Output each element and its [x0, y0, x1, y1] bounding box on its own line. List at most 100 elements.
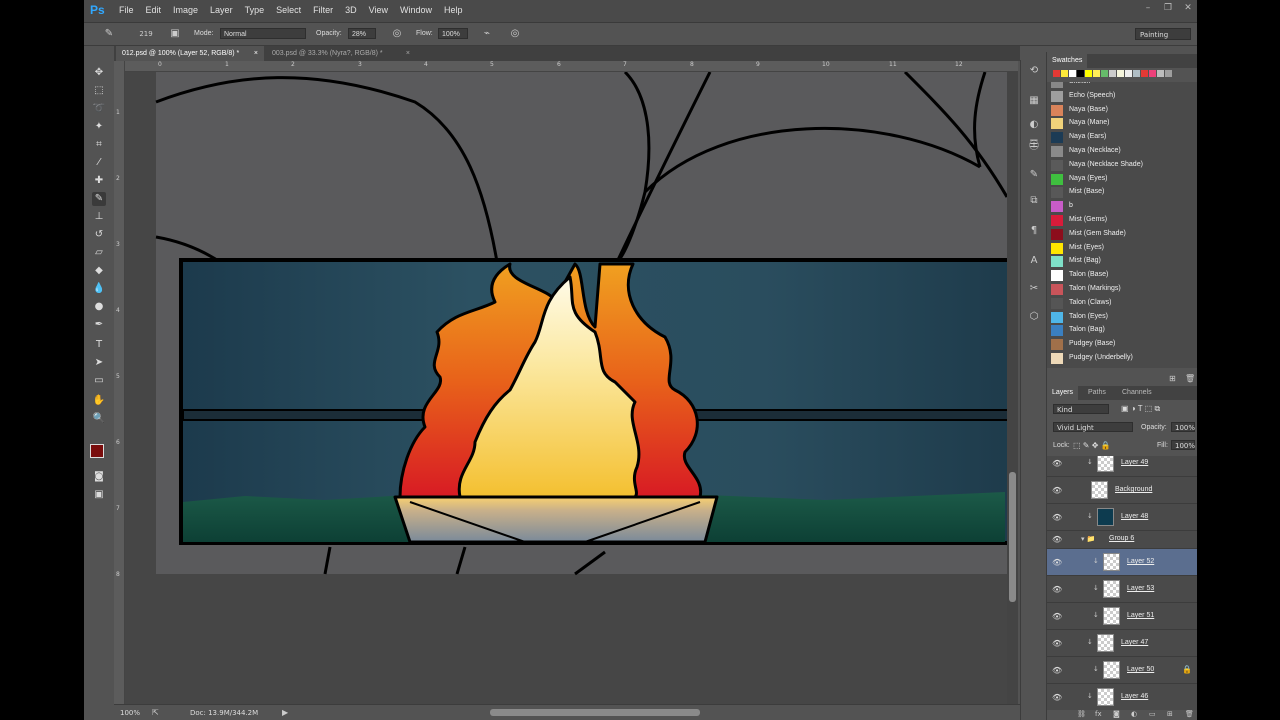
- swatch-item[interactable]: Naya (Mane): [1051, 117, 1193, 130]
- layer-row[interactable]: 👁 ↓ Layer 47: [1047, 630, 1197, 657]
- layer-row[interactable]: 👁 ↓ Layer 49: [1047, 456, 1197, 477]
- menu-help[interactable]: Help: [444, 5, 463, 15]
- swatch-item[interactable]: Talon (Claws): [1051, 297, 1193, 310]
- quick-select-tool-icon[interactable]: ✦: [92, 120, 106, 134]
- layer-group-row[interactable]: 👁 ▾ 📁 Group 6: [1047, 531, 1197, 549]
- visibility-eye-icon[interactable]: 👁: [1052, 513, 1062, 522]
- tab-paths[interactable]: Paths: [1083, 386, 1111, 400]
- swatch-item[interactable]: b: [1051, 200, 1193, 213]
- eraser-tool-icon[interactable]: ▱: [92, 246, 106, 260]
- layer-row[interactable]: 👁 ↓ Layer 52: [1047, 549, 1197, 576]
- pressure-size-icon[interactable]: ◎: [508, 27, 522, 41]
- export-icon[interactable]: ⇱: [152, 708, 159, 717]
- layer-row[interactable]: 👁 Background: [1047, 477, 1197, 504]
- visibility-eye-icon[interactable]: 👁: [1052, 666, 1062, 675]
- swatch-item[interactable]: Talon (Markings): [1051, 283, 1193, 296]
- swatch-item[interactable]: Sketch: [1051, 82, 1193, 89]
- layer-mask-icon[interactable]: ◙: [1113, 710, 1120, 718]
- swatch-chip[interactable]: [1133, 70, 1140, 77]
- mode-select[interactable]: Normal: [220, 28, 306, 39]
- visibility-eye-icon[interactable]: 👁: [1052, 639, 1062, 648]
- menu-window[interactable]: Window: [400, 5, 432, 15]
- new-swatch-icon[interactable]: ⊞: [1169, 374, 1176, 383]
- paragraph-panel-icon[interactable]: ¶: [1027, 224, 1041, 238]
- menu-image[interactable]: Image: [173, 5, 198, 15]
- layer-name[interactable]: Layer 53: [1127, 585, 1154, 592]
- menu-layer[interactable]: Layer: [210, 5, 233, 15]
- history-panel-icon[interactable]: ⟲: [1027, 64, 1041, 78]
- adjustments-panel-icon[interactable]: ◐: [1027, 118, 1041, 132]
- swatch-chip[interactable]: [1141, 70, 1148, 77]
- restore-icon[interactable]: ❐: [1161, 2, 1175, 14]
- layer-thumbnail[interactable]: [1103, 607, 1120, 625]
- layer-thumbnail[interactable]: [1097, 688, 1114, 706]
- layer-row[interactable]: 👁 ↓ Layer 46: [1047, 684, 1197, 710]
- swatch-chip[interactable]: [1061, 70, 1068, 77]
- layer-thumbnail[interactable]: [1103, 661, 1120, 679]
- visibility-eye-icon[interactable]: 👁: [1052, 693, 1062, 702]
- swatch-item[interactable]: Mist (Base): [1051, 186, 1193, 199]
- dodge-tool-icon[interactable]: ●: [92, 300, 106, 314]
- swatch-item[interactable]: Talon (Eyes): [1051, 311, 1193, 324]
- rectangle-tool-icon[interactable]: ▭: [92, 374, 106, 388]
- layer-name[interactable]: Group 6: [1109, 535, 1134, 542]
- vertical-scroll-thumb[interactable]: [1009, 472, 1016, 602]
- layer-name[interactable]: Layer 52: [1127, 558, 1154, 565]
- layer-name[interactable]: Layer 51: [1127, 612, 1154, 619]
- foreground-color-swatch[interactable]: [90, 444, 104, 458]
- airbrush-icon[interactable]: ⌁: [480, 27, 494, 41]
- visibility-eye-icon[interactable]: 👁: [1052, 486, 1062, 495]
- swatch-item[interactable]: Mist (Gem Shade): [1051, 228, 1193, 241]
- blur-tool-icon[interactable]: 💧: [92, 282, 106, 296]
- layer-style-icon[interactable]: fx: [1095, 710, 1102, 718]
- zoom-tool-icon[interactable]: 🔍: [92, 412, 106, 426]
- layer-thumbnail[interactable]: [1103, 553, 1120, 571]
- visibility-eye-icon[interactable]: 👁: [1052, 459, 1062, 468]
- swatch-chip[interactable]: [1077, 70, 1084, 77]
- screen-mode-icon[interactable]: ▣: [92, 488, 106, 502]
- layer-name[interactable]: Background: [1115, 486, 1152, 493]
- hand-tool-icon[interactable]: ✋: [92, 394, 106, 408]
- layer-row[interactable]: 👁 ↓ Layer 48: [1047, 504, 1197, 531]
- layer-filter-kind[interactable]: Kind: [1053, 404, 1109, 414]
- new-layer-icon[interactable]: ⊞: [1167, 710, 1173, 718]
- type-tool-icon[interactable]: T: [92, 338, 106, 352]
- status-menu-arrow-icon[interactable]: ▶: [282, 708, 288, 717]
- layer-thumbnail[interactable]: [1091, 481, 1108, 499]
- layer-name[interactable]: Layer 46: [1121, 693, 1148, 700]
- horizontal-scroll-thumb[interactable]: [490, 709, 700, 716]
- 3d-panel-icon[interactable]: ⬡: [1027, 310, 1041, 324]
- swatch-item[interactable]: Talon (Bag): [1051, 324, 1193, 337]
- fill-input[interactable]: 100%: [1171, 440, 1195, 450]
- menu-3d[interactable]: 3D: [345, 5, 357, 15]
- tab-012-psd[interactable]: 012.psd @ 100% (Layer 52, RGB/8) * ×: [116, 46, 264, 61]
- visibility-eye-icon[interactable]: 👁: [1052, 535, 1062, 544]
- layer-row[interactable]: 👁 ↓ Layer 50 🔒: [1047, 657, 1197, 684]
- brush-size-picker[interactable]: 219: [136, 27, 156, 41]
- layer-name[interactable]: Layer 48: [1121, 513, 1148, 520]
- vertical-scrollbar[interactable]: [1007, 72, 1018, 704]
- swatch-item[interactable]: Talon (Base): [1051, 269, 1193, 282]
- swatch-item[interactable]: Pudgey (Underbelly): [1051, 352, 1193, 365]
- layer-thumbnail[interactable]: [1097, 456, 1114, 472]
- opacity-input[interactable]: 28%: [348, 28, 376, 39]
- delete-layer-icon[interactable]: 🗑: [1185, 710, 1194, 718]
- swatches-panel-icon[interactable]: ▦: [1027, 94, 1041, 108]
- brush-tool-icon[interactable]: ✎: [92, 192, 106, 206]
- canvas-area[interactable]: [125, 72, 1007, 704]
- swatch-chip[interactable]: [1157, 70, 1164, 77]
- clone-source-icon[interactable]: ⧉: [1027, 194, 1041, 208]
- workspace-select[interactable]: Painting: [1135, 28, 1191, 40]
- lasso-tool-icon[interactable]: ➰: [92, 102, 106, 116]
- clone-stamp-tool-icon[interactable]: ⊥: [92, 210, 106, 224]
- new-group-icon[interactable]: ▭: [1149, 710, 1156, 718]
- blend-mode-select[interactable]: Vivid Light: [1053, 422, 1133, 432]
- swatch-chip[interactable]: [1101, 70, 1108, 77]
- swatch-chip[interactable]: [1069, 70, 1076, 77]
- swatch-item[interactable]: Mist (Gems): [1051, 214, 1193, 227]
- brush-tool-preset-icon[interactable]: ✎: [102, 27, 116, 41]
- pen-tool-icon[interactable]: ✒: [92, 318, 106, 332]
- swatch-item[interactable]: Mist (Bag): [1051, 255, 1193, 268]
- visibility-eye-icon[interactable]: 👁: [1052, 612, 1062, 621]
- menu-edit[interactable]: Edit: [146, 5, 162, 15]
